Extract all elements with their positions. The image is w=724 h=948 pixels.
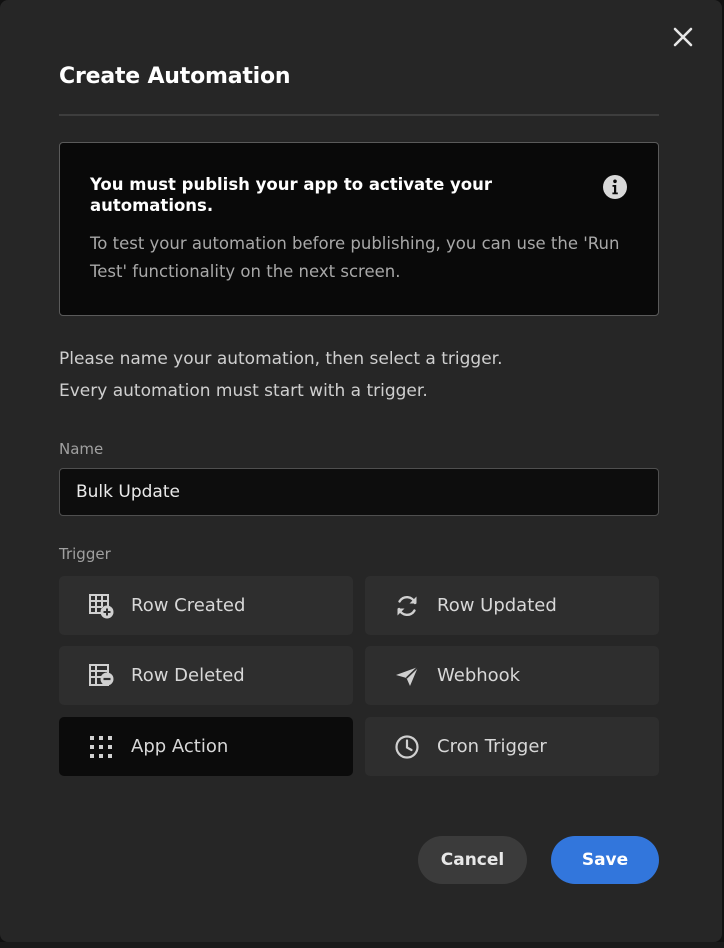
modal-title: Create Automation <box>59 64 291 89</box>
trigger-option-row-created[interactable]: Row Created <box>59 576 353 635</box>
trigger-option-app-action[interactable]: App Action <box>59 717 353 776</box>
publish-notice: You must publish your app to activate yo… <box>59 142 659 316</box>
trigger-option-webhook[interactable]: Webhook <box>365 646 659 705</box>
close-button[interactable] <box>670 24 696 50</box>
close-icon <box>673 27 693 47</box>
trigger-option-label: Cron Trigger <box>437 736 547 757</box>
grid-dots-icon <box>87 733 115 761</box>
trigger-option-label: Webhook <box>437 665 521 686</box>
notice-heading: You must publish your app to activate yo… <box>90 175 492 215</box>
trigger-option-cron-trigger[interactable]: Cron Trigger <box>365 717 659 776</box>
intro-line-1: Please name your automation, then select… <box>59 349 503 369</box>
intro-line-2: Every automation must start with a trigg… <box>59 381 428 401</box>
intro-text: Please name your automation, then select… <box>59 343 503 407</box>
trigger-option-row-deleted[interactable]: Row Deleted <box>59 646 353 705</box>
trigger-label: Trigger <box>59 545 111 563</box>
trigger-option-label: Row Created <box>131 595 246 616</box>
refresh-icon <box>393 592 421 620</box>
table-plus-icon <box>87 592 115 620</box>
cancel-button[interactable]: Cancel <box>418 836 527 884</box>
name-label: Name <box>59 440 104 458</box>
save-button[interactable]: Save <box>551 836 659 884</box>
trigger-option-row-updated[interactable]: Row Updated <box>365 576 659 635</box>
paper-plane-icon <box>393 662 421 690</box>
clock-icon <box>393 733 421 761</box>
title-divider <box>59 114 659 116</box>
background-strip <box>0 942 724 948</box>
trigger-option-label: App Action <box>131 736 229 757</box>
table-minus-icon <box>87 662 115 690</box>
trigger-option-label: Row Deleted <box>131 665 245 686</box>
create-automation-modal: Create Automation You must publish your … <box>0 0 722 942</box>
name-input[interactable] <box>59 468 659 516</box>
info-icon <box>603 175 627 199</box>
trigger-option-label: Row Updated <box>437 595 557 616</box>
notice-body: To test your automation before publishin… <box>90 234 620 281</box>
